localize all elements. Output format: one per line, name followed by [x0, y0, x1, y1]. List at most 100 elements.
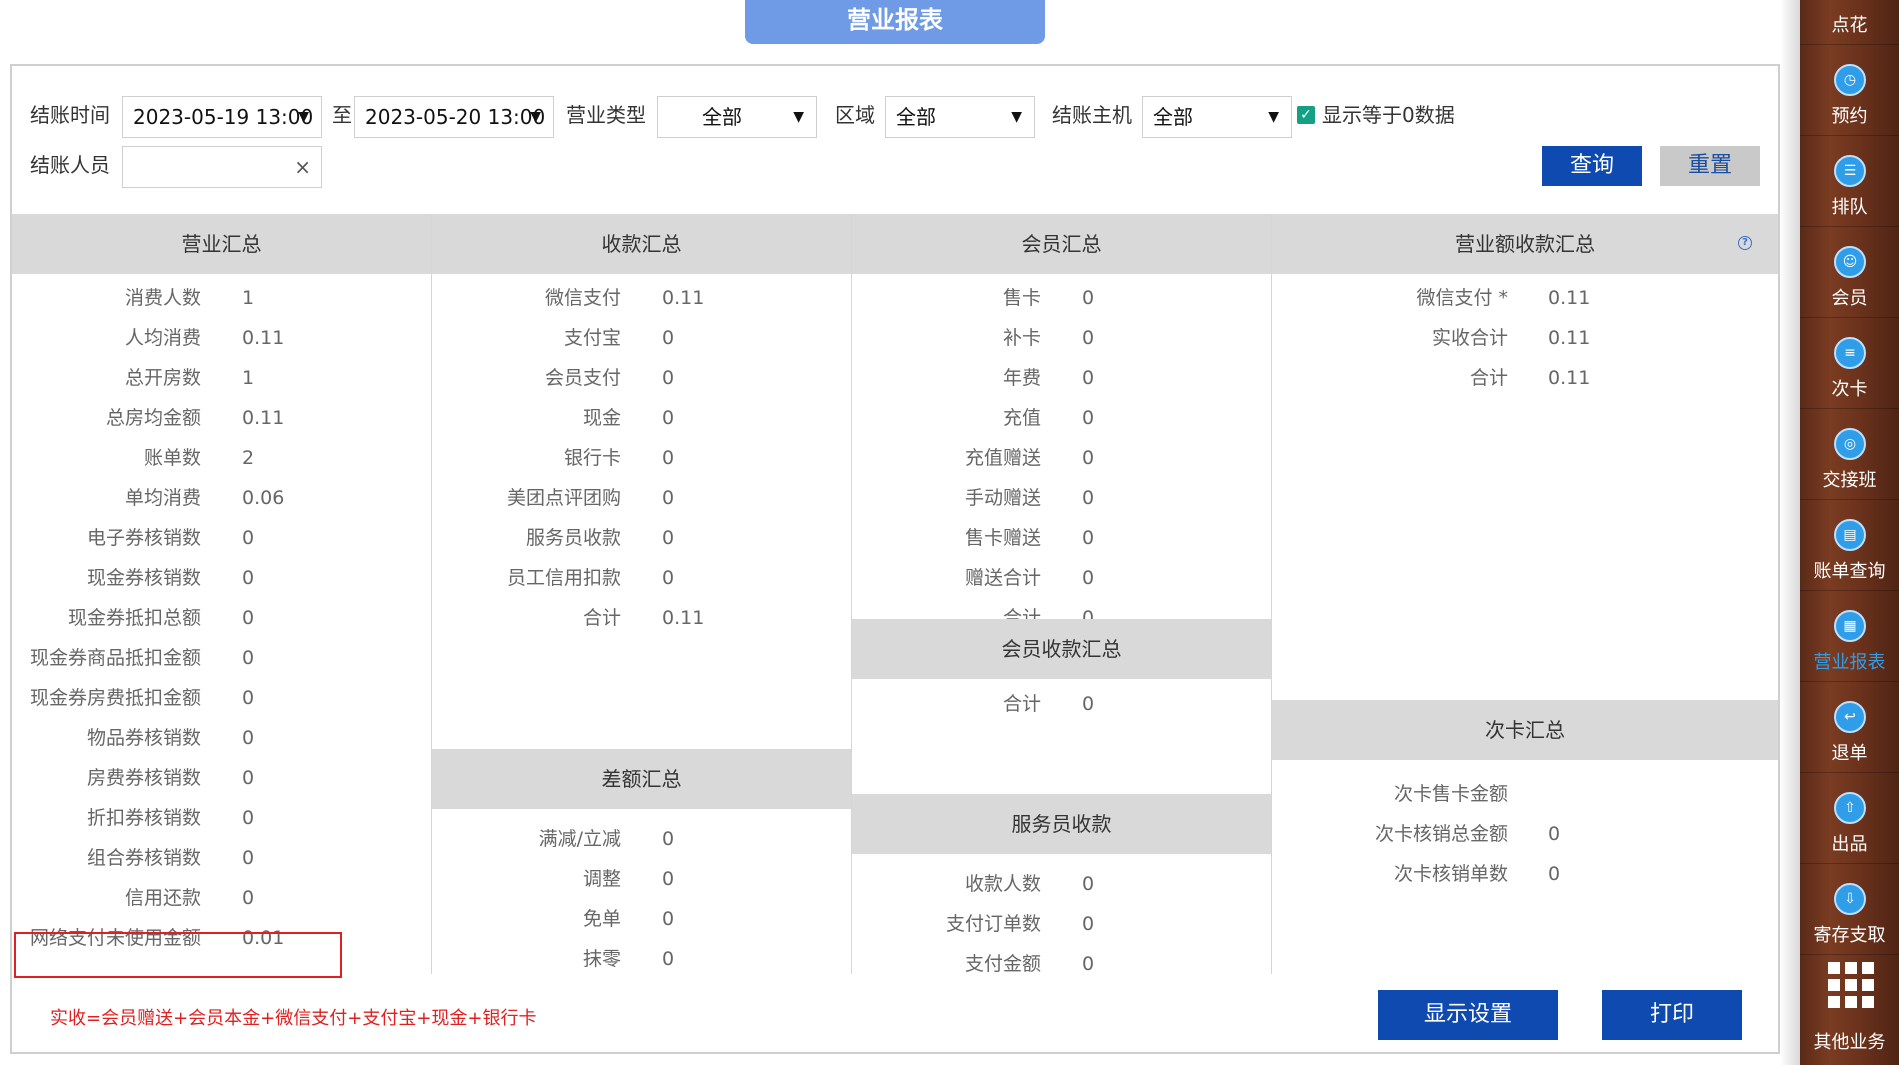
- stat-row: 总房均金额 0.11: [12, 398, 431, 438]
- stat-row: 银行卡 0: [432, 438, 851, 478]
- chevron-down-icon: ▼: [1011, 109, 1022, 125]
- stat-row: 充值 0: [852, 398, 1271, 438]
- highlight-box: [14, 932, 342, 978]
- sidebar-item[interactable]: ≡ 次卡: [1800, 319, 1899, 409]
- waiter-payment-header: 服务员收款: [852, 794, 1271, 854]
- stat-row: 账单数 2: [12, 438, 431, 478]
- stat-value: 0: [242, 847, 255, 869]
- stat-row: 满减/立减 0: [432, 819, 851, 859]
- stat-value: 0: [662, 487, 675, 509]
- stat-row: 现金 0: [432, 398, 851, 438]
- sidebar-item[interactable]: ❀点花: [1800, 0, 1899, 45]
- stat-label: 支付金额: [964, 953, 1041, 974]
- show-zero-checkbox[interactable]: ✓: [1297, 106, 1315, 124]
- chevron-down-icon: ▼: [793, 109, 804, 125]
- sidebar-item[interactable]: ▤ 账单查询: [1800, 501, 1899, 591]
- end-time-field[interactable]: 2023-05-20 13:00 ▼: [354, 96, 554, 138]
- sidebar-item-label: 营业报表: [1813, 652, 1886, 673]
- sidebar-item-label: 排队: [1831, 197, 1868, 218]
- stat-value: 0: [662, 948, 675, 970]
- stat-row: 实收合计 0.11: [1272, 318, 1778, 358]
- stat-value: 0: [1082, 287, 1095, 309]
- stat-value: 0.11: [662, 287, 705, 309]
- checkout-time-label: 结账时间: [30, 103, 110, 127]
- sidebar-item-label: 出品: [1831, 834, 1868, 855]
- stat-row: 组合券核销数 0: [12, 838, 431, 878]
- sidebar-item[interactable]: ⇩ 寄存支取: [1800, 865, 1899, 955]
- formula-note: 实收=会员赠送+会员本金+微信支付+支付宝+现金+银行卡: [50, 1008, 537, 1029]
- stat-value: 0: [1082, 693, 1095, 715]
- business-type-select[interactable]: 全部 ▼: [657, 96, 817, 138]
- member-icon: ☺: [1834, 246, 1866, 278]
- stat-value: 0: [1082, 527, 1095, 549]
- stat-label: 抹零: [582, 948, 621, 970]
- stat-value: 0: [1082, 913, 1095, 935]
- sidebar-shadow: [1780, 0, 1800, 1065]
- shift-icon: ◎: [1834, 428, 1866, 460]
- stat-value: 0.11: [242, 327, 285, 349]
- print-button[interactable]: 打印: [1602, 990, 1742, 1040]
- sidebar-item[interactable]: ⇧ 出品: [1800, 774, 1899, 864]
- stat-label: 现金券抵扣总额: [67, 607, 201, 629]
- stat-value: 0: [1082, 447, 1095, 469]
- stat-row: 合计 0.11: [432, 598, 851, 638]
- queue-icon: ☰: [1834, 155, 1866, 187]
- sidebar-item[interactable]: ◎ 交接班: [1800, 410, 1899, 500]
- payment-summary-header: 收款汇总: [432, 214, 851, 274]
- stat-row: 服务员收款 0: [432, 518, 851, 558]
- close-icon[interactable]: ×: [294, 147, 311, 187]
- stat-label: 充值赠送: [964, 447, 1041, 469]
- business-summary-header: 营业汇总: [12, 214, 431, 274]
- sidebar-item[interactable]: ☰ 排队: [1800, 137, 1899, 227]
- stat-label: 赠送合计: [964, 567, 1041, 589]
- stat-label: 物品券核销数: [86, 727, 201, 749]
- sidebar-item[interactable]: ↩ 退单: [1800, 683, 1899, 773]
- stat-row: 收款人数 0: [852, 864, 1271, 904]
- stat-value: 0: [1548, 863, 1561, 885]
- reset-button[interactable]: 重置: [1660, 146, 1760, 186]
- business-type-value: 全部: [702, 105, 742, 129]
- stat-value: 0: [662, 828, 675, 850]
- stat-label: 充值: [1002, 407, 1041, 429]
- stat-row: 售卡赠送 0: [852, 518, 1271, 558]
- stat-row: 物品券核销数 0: [12, 718, 431, 758]
- area-select[interactable]: 全部 ▼: [885, 96, 1035, 138]
- revenue-payment-summary-header: 营业额收款汇总: [1272, 214, 1778, 274]
- other-business-label[interactable]: 其他业务: [1800, 1028, 1899, 1054]
- stat-row: 房费券核销数 0: [12, 758, 431, 798]
- stat-row: 免单 0: [432, 899, 851, 939]
- stat-label: 次卡核销总金额: [1374, 823, 1508, 845]
- stat-row: 美团点评团购 0: [432, 478, 851, 518]
- chevron-down-icon: ▼: [1268, 109, 1279, 125]
- display-settings-button[interactable]: 显示设置: [1378, 990, 1558, 1040]
- query-button[interactable]: 查询: [1542, 146, 1642, 186]
- help-icon[interactable]: ?: [1738, 236, 1752, 250]
- sidebar-item[interactable]: ☺ 会员: [1800, 228, 1899, 318]
- stat-label: 现金: [582, 407, 621, 429]
- stat-label: 消费人数: [124, 287, 201, 309]
- chevron-down-icon: ▼: [298, 109, 309, 125]
- difference-summary-header: 差额汇总: [432, 749, 851, 809]
- sidebar-item[interactable]: ◷ 预约: [1800, 46, 1899, 136]
- output-icon: ⇧: [1834, 792, 1866, 824]
- business-type-label: 营业类型: [566, 103, 646, 127]
- start-time-field[interactable]: 2023-05-19 13:00 ▼: [122, 96, 322, 138]
- cashier-input[interactable]: ×: [122, 146, 322, 188]
- chevron-down-icon: ▼: [530, 109, 541, 125]
- stat-row: 单均消费 0.06: [12, 478, 431, 518]
- stat-label: 单均消费: [124, 487, 201, 509]
- stat-label: 房费券核销数: [86, 767, 201, 789]
- stat-value: 0: [242, 647, 255, 669]
- bill-query-icon: ▤: [1834, 519, 1866, 551]
- host-select[interactable]: 全部 ▼: [1142, 96, 1292, 138]
- stat-value: 1: [242, 367, 255, 389]
- stat-value: 0: [1082, 327, 1095, 349]
- sidebar-item[interactable]: ▦ 营业报表: [1800, 592, 1899, 682]
- stat-row: 微信支付 * 0.11: [1272, 278, 1778, 318]
- stat-row: 合计 0.11: [1272, 358, 1778, 398]
- stat-label: 微信支付: [544, 287, 621, 309]
- stat-value: 0: [1082, 487, 1095, 509]
- grid-icon[interactable]: [1828, 962, 1874, 1008]
- stat-row: 信用还款 0: [12, 878, 431, 918]
- start-time-value: 2023-05-19 13:00: [133, 105, 314, 129]
